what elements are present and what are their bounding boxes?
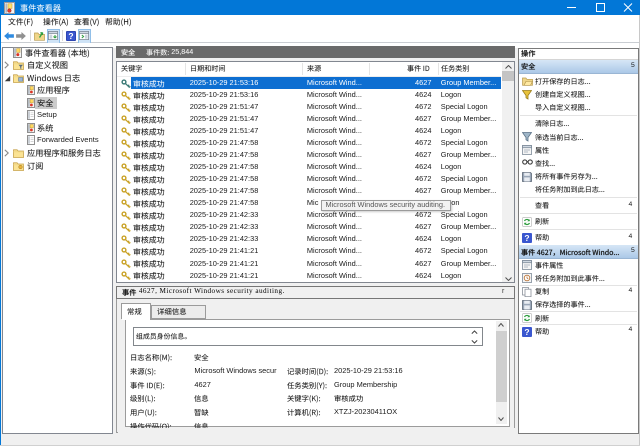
svg-text:?: ? xyxy=(68,31,73,41)
svg-text:?: ? xyxy=(524,327,529,337)
svg-text:?: ? xyxy=(524,233,529,243)
